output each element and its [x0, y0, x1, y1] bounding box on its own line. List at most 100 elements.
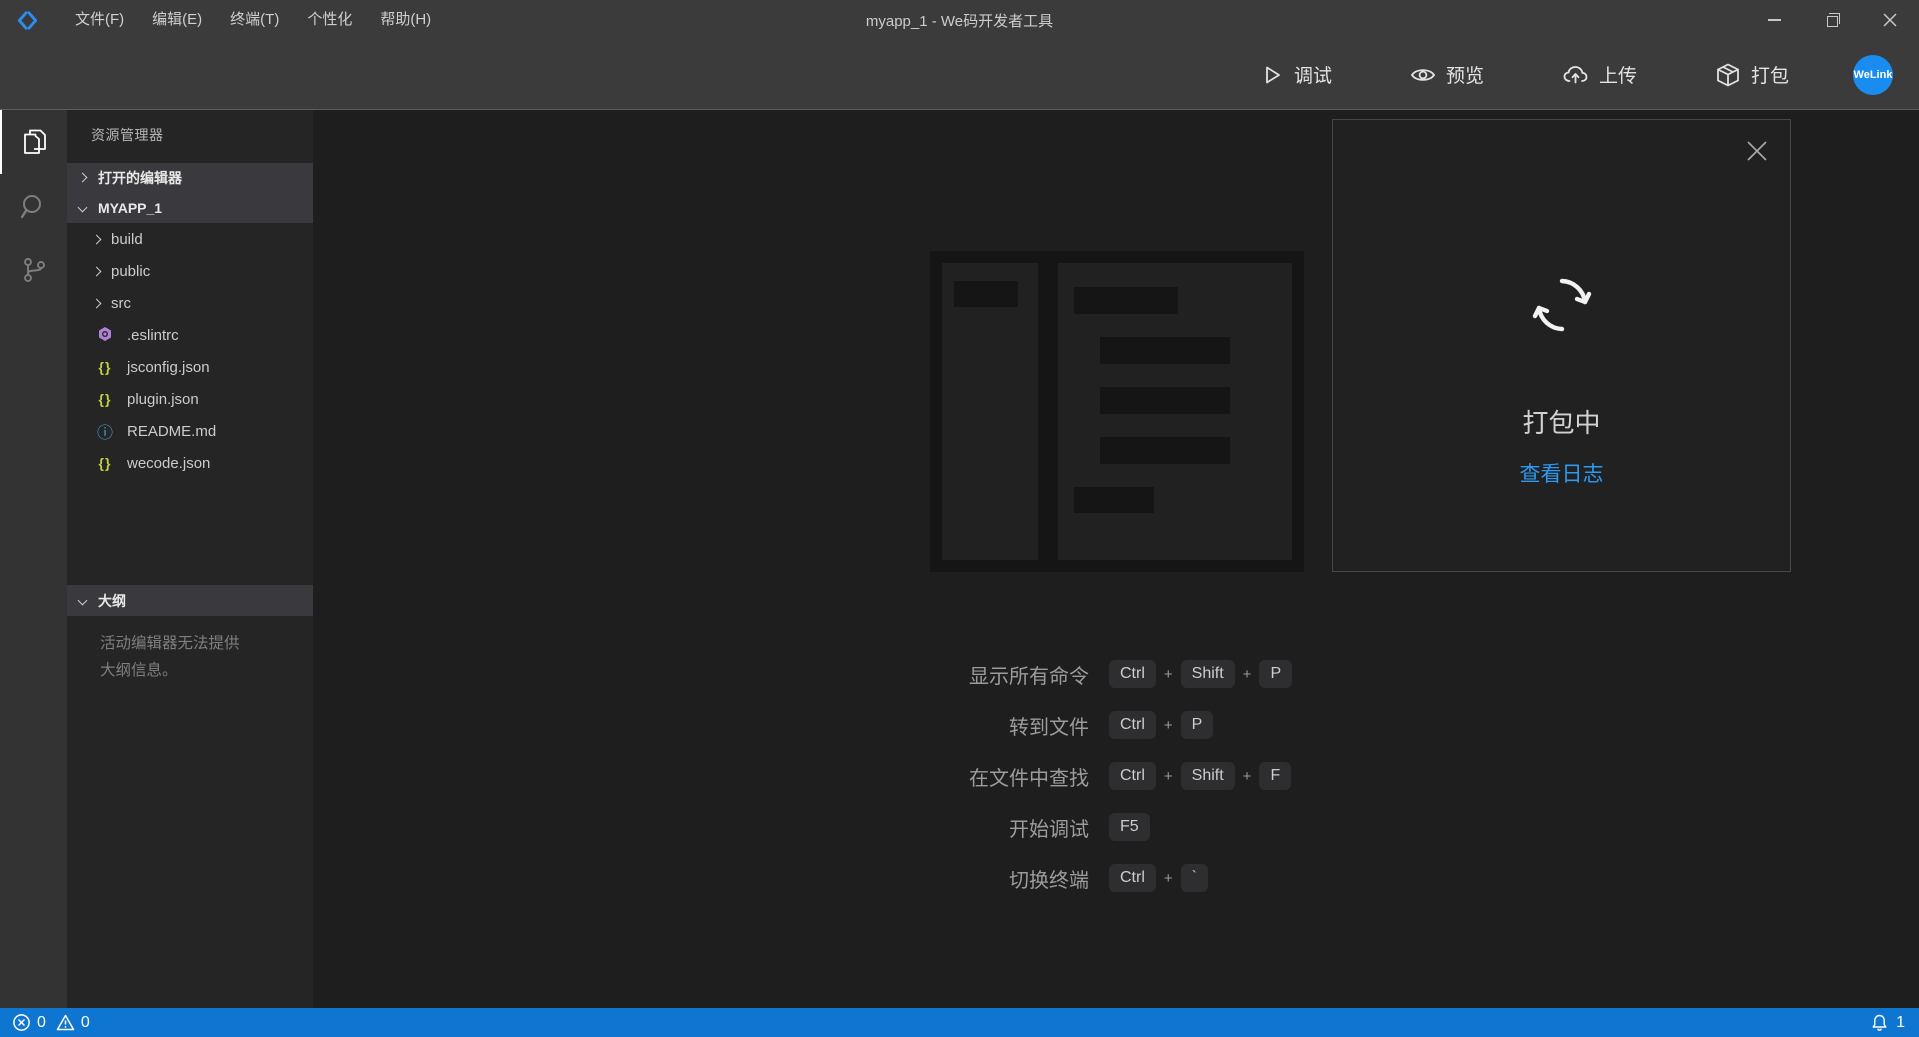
keycap: Ctrl — [1109, 864, 1156, 892]
debug-button[interactable]: 调试 — [1260, 61, 1332, 88]
open-editors-section[interactable]: 打开的编辑器 — [67, 163, 313, 192]
view-logs-link[interactable]: 查看日志 — [1333, 458, 1790, 488]
keycap: Shift — [1181, 762, 1235, 790]
activity-source-control-button[interactable] — [0, 238, 67, 302]
keycap: P — [1181, 711, 1214, 739]
minimize-icon — [1768, 19, 1781, 21]
error-icon — [12, 1013, 31, 1032]
shortcut-toggle-terminal: 切换终端 Ctrl + ` — [829, 863, 1292, 893]
search-icon — [19, 192, 48, 221]
open-editors-label: 打开的编辑器 — [98, 168, 182, 188]
plus-separator: + — [1164, 870, 1173, 887]
notification-close-button[interactable] — [1742, 136, 1772, 166]
menu-help[interactable]: 帮助(H) — [366, 0, 445, 40]
keycap: Ctrl — [1109, 711, 1156, 739]
menu-terminal[interactable]: 终端(T) — [216, 0, 293, 40]
json-icon: {} — [94, 455, 116, 471]
keycap: F — [1259, 762, 1291, 790]
chevron-right-icon — [92, 266, 102, 276]
watermark-editor-pane — [1058, 263, 1292, 560]
keycap: F5 — [1109, 813, 1150, 841]
loading-spinner-icon — [1529, 272, 1595, 343]
restore-icon — [1827, 16, 1838, 27]
file-label: jsconfig.json — [127, 359, 210, 376]
problems-indicator[interactable]: 0 0 — [12, 1013, 90, 1032]
file-label: plugin.json — [127, 391, 199, 408]
json-icon: {} — [94, 391, 116, 407]
chevron-right-icon — [92, 298, 102, 308]
tree-item-build[interactable]: build — [67, 223, 313, 255]
upload-cloud-icon — [1562, 61, 1589, 88]
folder-label: public — [111, 263, 150, 280]
outline-section[interactable]: 大纲 — [67, 585, 313, 616]
file-label: .eslintrc — [127, 327, 179, 344]
upload-button[interactable]: 上传 — [1562, 61, 1637, 88]
preview-eye-icon — [1410, 62, 1436, 88]
chevron-right-icon — [78, 173, 88, 183]
menu-edit[interactable]: 编辑(E) — [138, 0, 216, 40]
notifications-indicator[interactable]: 1 — [1870, 1013, 1905, 1032]
keycap: ` — [1181, 864, 1208, 892]
info-icon: ⓘ — [94, 419, 116, 443]
keycap: P — [1259, 660, 1292, 688]
outline-empty-message: 活动编辑器无法提供 大纲信息。 — [100, 630, 290, 684]
chevron-down-icon — [78, 596, 88, 606]
files-icon — [20, 127, 50, 157]
chevron-down-icon — [78, 203, 88, 213]
status-bar: 0 0 1 — [0, 1008, 1919, 1037]
explorer-sidebar: 资源管理器 打开的编辑器 MYAPP_1 build public src — [67, 110, 313, 1008]
project-root-section[interactable]: MYAPP_1 — [67, 192, 313, 223]
packaging-notification-panel: 打包中 查看日志 — [1332, 119, 1791, 572]
preview-label: 预览 — [1446, 61, 1484, 88]
outline-label: 大纲 — [98, 591, 126, 611]
close-window-button[interactable] — [1861, 0, 1919, 40]
keycap: Ctrl — [1109, 762, 1156, 790]
menu-personalize[interactable]: 个性化 — [293, 0, 366, 40]
package-label: 打包 — [1751, 61, 1789, 88]
minimize-button[interactable] — [1745, 0, 1803, 40]
action-toolbar: 调试 预览 上传 打包 WeLink — [0, 40, 1919, 110]
menu-file[interactable]: 文件(F) — [61, 0, 138, 40]
bell-icon — [1870, 1013, 1889, 1032]
avatar-label: WeLink — [1854, 69, 1893, 81]
debug-label: 调试 — [1294, 61, 1332, 88]
tree-item-jsconfig[interactable]: {} jsconfig.json — [67, 351, 313, 383]
restore-button[interactable] — [1803, 0, 1861, 40]
bell-count: 1 — [1896, 1014, 1905, 1032]
close-icon — [1883, 13, 1897, 27]
warning-count: 0 — [81, 1014, 90, 1032]
keyboard-shortcuts-hints: 显示所有命令 Ctrl + Shift + P 转到文件 Ctrl + P 在文… — [829, 659, 1292, 914]
eslint-icon — [94, 326, 116, 345]
welink-avatar[interactable]: WeLink — [1853, 55, 1893, 95]
activity-search-button[interactable] — [0, 174, 67, 238]
tree-item-plugin[interactable]: {} plugin.json — [67, 383, 313, 415]
tree-item-public[interactable]: public — [67, 255, 313, 287]
shortcut-find-in-files: 在文件中查找 Ctrl + Shift + F — [829, 761, 1292, 791]
plus-separator: + — [1243, 768, 1252, 785]
package-button[interactable]: 打包 — [1715, 61, 1789, 88]
warning-icon — [56, 1013, 75, 1032]
activity-explorer-button[interactable] — [0, 110, 67, 174]
packaging-status-text: 打包中 — [1333, 403, 1790, 440]
keycap: Ctrl — [1109, 660, 1156, 688]
shortcut-label: 开始调试 — [829, 813, 1089, 842]
error-count: 0 — [37, 1014, 46, 1032]
plus-separator: + — [1243, 666, 1252, 683]
debug-play-icon — [1260, 63, 1284, 87]
plus-separator: + — [1164, 666, 1173, 683]
upload-label: 上传 — [1599, 61, 1637, 88]
tree-item-eslintrc[interactable]: .eslintrc — [67, 319, 313, 351]
shortcut-label: 转到文件 — [829, 711, 1089, 740]
git-branch-icon — [20, 256, 48, 284]
project-root-label: MYAPP_1 — [98, 200, 162, 216]
keycap: Shift — [1181, 660, 1235, 688]
preview-button[interactable]: 预览 — [1410, 61, 1484, 88]
json-icon: {} — [94, 359, 116, 375]
file-label: wecode.json — [127, 455, 210, 472]
tree-item-wecode[interactable]: {} wecode.json — [67, 447, 313, 479]
wecode-devtools-window: 文件(F) 编辑(E) 终端(T) 个性化 帮助(H) myapp_1 - We… — [0, 0, 1919, 1037]
wecode-logo-icon — [16, 9, 39, 32]
tree-item-src[interactable]: src — [67, 287, 313, 319]
watermark-sidebar-pane — [942, 263, 1038, 560]
tree-item-readme[interactable]: ⓘ README.md — [67, 415, 313, 447]
